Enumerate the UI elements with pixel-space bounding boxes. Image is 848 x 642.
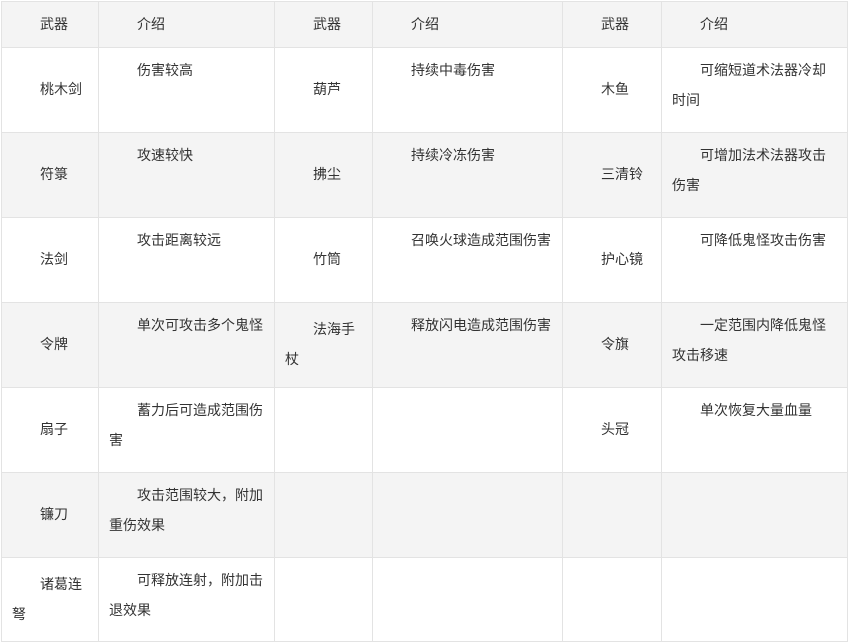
table-row: 扇子 蓄力后可造成范围伤害 头冠 单次恢复大量血量: [1, 387, 848, 473]
weapon-name-cell: 符箓: [1, 132, 99, 218]
table-header-row: 武器 介绍 武器 介绍 武器 介绍: [1, 1, 848, 48]
weapon-name-cell: 葫芦: [274, 47, 373, 133]
weapon-name-cell: 桃木剑: [1, 47, 99, 133]
weapon-description-cell: 一定范围内降低鬼怪攻击移速: [661, 302, 848, 388]
weapon-name-cell: [562, 557, 662, 642]
weapon-name-cell: 法海手杖: [274, 302, 373, 388]
weapon-description-cell: 蓄力后可造成范围伤害: [98, 387, 275, 473]
table-row: 桃木剑 伤害较高 葫芦 持续中毒伤害 木鱼 可缩短道术法器冷却时间: [1, 47, 848, 133]
weapon-description-cell: 攻速较快: [98, 132, 275, 218]
weapon-name-cell: 竹筒: [274, 217, 373, 303]
weapon-description-cell: 单次恢复大量血量: [661, 387, 848, 473]
weapon-name-cell: [562, 472, 662, 558]
weapon-description-cell: 持续中毒伤害: [372, 47, 563, 133]
table-row: 法剑 攻击距离较远 竹筒 召唤火球造成范围伤害 护心镜 可降低鬼怪攻击伤害: [1, 217, 848, 303]
weapon-description-cell: 攻击范围较大，附加重伤效果: [98, 472, 275, 558]
weapon-name-cell: 诸葛连弩: [1, 557, 99, 642]
weapon-description-cell: [372, 472, 563, 558]
weapon-description-cell: [372, 387, 563, 473]
weapon-name-cell: [274, 387, 373, 473]
weapon-description-cell: 释放闪电造成范围伤害: [372, 302, 563, 388]
weapon-name-cell: 拂尘: [274, 132, 373, 218]
weapon-name-cell: [274, 472, 373, 558]
table-row: 镰刀 攻击范围较大，附加重伤效果: [1, 472, 848, 558]
table-row: 令牌 单次可攻击多个鬼怪 法海手杖 释放闪电造成范围伤害 令旗 一定范围内降低鬼怪攻击移速: [1, 302, 848, 388]
weapon-description-cell: [661, 472, 848, 558]
header-intro-1: 介绍: [98, 1, 275, 48]
weapon-description-cell: 可释放连射，附加击退效果: [98, 557, 275, 642]
header-intro-3: 介绍: [661, 1, 848, 48]
weapon-description-cell: [661, 557, 848, 642]
weapon-description-cell: 持续冷冻伤害: [372, 132, 563, 218]
weapon-name-cell: 镰刀: [1, 472, 99, 558]
weapon-description-cell: [372, 557, 563, 642]
weapon-name-cell: 令牌: [1, 302, 99, 388]
weapon-name-cell: 法剑: [1, 217, 99, 303]
weapon-name-cell: 扇子: [1, 387, 99, 473]
table-row: 诸葛连弩 可释放连射，附加击退效果: [1, 557, 848, 642]
weapon-description-cell: 单次可攻击多个鬼怪: [98, 302, 275, 388]
weapon-name-cell: 头冠: [562, 387, 662, 473]
table-row: 符箓 攻速较快 拂尘 持续冷冻伤害 三清铃 可增加法术法器攻击伤害: [1, 132, 848, 218]
weapon-name-cell: 木鱼: [562, 47, 662, 133]
weapon-name-cell: 护心镜: [562, 217, 662, 303]
weapon-name-cell: 三清铃: [562, 132, 662, 218]
table-body: 武器 介绍 武器 介绍 武器 介绍 桃木剑 伤害较高 葫芦 持续中毒伤害 木鱼 可缩短道术…: [1, 1, 848, 642]
weapon-description-cell: 可增加法术法器攻击伤害: [661, 132, 848, 218]
weapon-name-cell: 令旗: [562, 302, 662, 388]
weapon-description-cell: 可缩短道术法器冷却时间: [661, 47, 848, 133]
weapon-description-cell: 召唤火球造成范围伤害: [372, 217, 563, 303]
weapon-description-cell: 伤害较高: [98, 47, 275, 133]
header-weapon-3: 武器: [562, 1, 662, 48]
weapon-table: 武器 介绍 武器 介绍 武器 介绍 桃木剑 伤害较高 葫芦 持续中毒伤害 木鱼 可缩短道术…: [1, 1, 848, 642]
weapon-description-cell: 攻击距离较远: [98, 217, 275, 303]
weapon-description-cell: 可降低鬼怪攻击伤害: [661, 217, 848, 303]
header-weapon-1: 武器: [1, 1, 99, 48]
header-weapon-2: 武器: [274, 1, 373, 48]
header-intro-2: 介绍: [372, 1, 563, 48]
weapon-name-cell: [274, 557, 373, 642]
